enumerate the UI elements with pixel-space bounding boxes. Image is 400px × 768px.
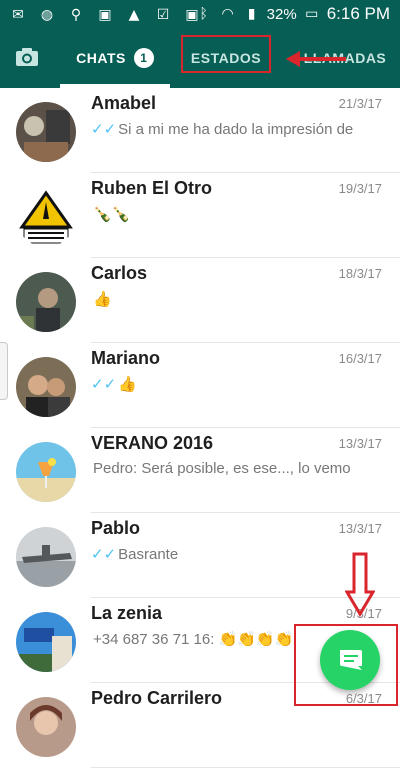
tab-chats[interactable]: CHATS 1: [60, 30, 170, 85]
chat-name: Pedro Carrilero: [91, 688, 223, 708]
chat-name: Carlos: [91, 263, 148, 283]
chat-row[interactable]: VERANO 2016 13/3/17 Pedro: Será posible,…: [0, 428, 400, 513]
status-bar: ✉ ◍ ⚲ ▣ ▲ ☑ ▣ ᛒ ◠ ▮ 32% ▭ 6:16 PM: [0, 0, 400, 30]
chat-date: 19/3/17: [338, 181, 382, 196]
camera-icon[interactable]: [14, 44, 40, 70]
preview-text: Basrante: [118, 546, 179, 563]
notification-icons: ✉ ◍ ⚲ ▣ ▲ ☑ ▣: [8, 5, 202, 25]
chat-date: 13/3/17: [338, 436, 382, 451]
chat-date: 13/3/17: [338, 521, 382, 536]
check-box-icon: ☑: [156, 7, 170, 23]
chat-preview: 🍾🍾: [91, 205, 382, 223]
signal-icon: ▮: [247, 6, 256, 22]
left-arrow-annotation: [286, 51, 346, 67]
read-receipt-icon: ✓✓: [91, 376, 117, 393]
down-arrow-annotation: [345, 552, 375, 617]
chat-preview: 👍: [91, 290, 382, 308]
new-chat-icon: [340, 650, 362, 670]
chat-row[interactable]: Carlos 18/3/17 👍: [0, 258, 400, 343]
chat-preview: ✓✓ 👍: [91, 375, 382, 393]
preview-text: Si a mi me ha dado la impresión de: [118, 121, 354, 138]
clock: 6:16 PM: [326, 4, 390, 23]
chat-row[interactable]: Mariano 16/3/17 ✓✓ 👍: [0, 343, 400, 428]
chat-preview: Pedro: Será posible, es ese..., lo vemo: [91, 460, 382, 477]
edge-panel-handle[interactable]: [0, 342, 8, 400]
keyhole-icon: ⚲: [70, 7, 82, 23]
read-receipt-icon: ✓✓: [91, 121, 117, 138]
bell-icon: ✉: [12, 7, 24, 23]
avatar: [16, 357, 76, 417]
avatar: [16, 272, 76, 332]
unread-badge: 1: [133, 47, 154, 68]
warning-icon: ▲: [128, 7, 140, 23]
preview-text: 🍾🍾: [93, 206, 131, 223]
chat-row[interactable]: Pablo 13/3/17 ✓✓ Basrante: [0, 513, 400, 598]
chat-name: Mariano: [91, 348, 161, 368]
battery-icon: ▭: [305, 6, 319, 22]
preview-text: Pedro: Será posible, es ese..., lo vemo: [93, 460, 351, 477]
chat-name: VERANO 2016: [91, 433, 214, 453]
system-status: ᛒ ◠ ▮ 32% ▭ 6:16 PM: [195, 4, 390, 24]
avatar: [16, 612, 76, 672]
wifi-icon: ◠: [221, 6, 234, 22]
preview-text: 👍: [118, 376, 137, 393]
chat-name: Ruben El Otro: [91, 178, 212, 198]
chat-row[interactable]: Amabel 21/3/17 ✓✓ Si a mi me ha dado la i…: [0, 88, 400, 173]
avatar: [16, 102, 76, 162]
preview-text: +34 687 36 71 16: 👏👏👏👏: [93, 631, 294, 648]
chat-name: Amabel: [91, 93, 157, 113]
tab-chats-label: CHATS: [76, 49, 126, 66]
battery-percent: 32%: [266, 5, 297, 23]
chat-name: Pablo: [91, 518, 141, 538]
estados-highlight-box: [181, 35, 271, 73]
chat-preview: ✓✓ Basrante: [91, 545, 382, 563]
chat-date: 16/3/17: [338, 351, 382, 366]
avatar: [16, 697, 76, 757]
preview-text: 👍: [93, 291, 112, 308]
bluetooth-icon: ᛒ: [199, 6, 208, 22]
new-chat-button[interactable]: [320, 630, 380, 690]
avatar: [16, 187, 76, 247]
chat-preview: [91, 715, 382, 732]
chat-date: 21/3/17: [338, 96, 382, 111]
whatsapp-icon: ◍: [40, 7, 54, 23]
chat-row[interactable]: Ruben El Otro 19/3/17 🍾🍾: [0, 173, 400, 258]
read-receipt-icon: ✓✓: [91, 546, 117, 563]
chat-preview: ✓✓ Si a mi me ha dado la impresión de: [91, 120, 382, 138]
chat-name: La zenia: [91, 603, 163, 623]
avatar: [16, 442, 76, 502]
chat-date: 18/3/17: [338, 266, 382, 281]
avatar: [16, 527, 76, 587]
image-icon: ▣: [98, 7, 112, 23]
